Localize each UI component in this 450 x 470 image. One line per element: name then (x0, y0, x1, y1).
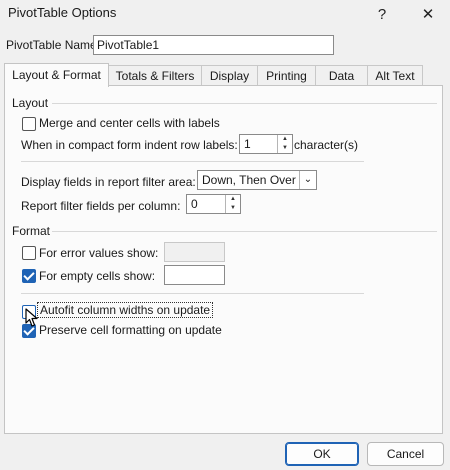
close-button[interactable]: ✕ (408, 0, 448, 28)
layout-inner-separator (21, 161, 364, 162)
report-filter-value: 0 (191, 197, 198, 211)
tab-totals-filters[interactable]: Totals & Filters (108, 65, 202, 86)
format-inner-separator (21, 293, 364, 294)
close-icon: ✕ (421, 6, 435, 23)
layout-format-panel: Layout Merge and center cells with label… (4, 85, 443, 434)
display-fields-value: Down, Then Over (202, 173, 296, 187)
indent-spinner[interactable]: 1 ▲ ▼ (239, 134, 293, 154)
empty-cells-checkbox[interactable] (22, 269, 36, 283)
preserve-formatting-label: Preserve cell formatting on update (39, 323, 222, 337)
ok-button[interactable]: OK (285, 442, 359, 466)
layout-section-title: Layout (12, 96, 49, 110)
indent-label: When in compact form indent row labels: (21, 138, 238, 152)
display-fields-label: Display fields in report filter area: (21, 175, 196, 189)
tab-display[interactable]: Display (201, 65, 258, 86)
tab-printing[interactable]: Printing (257, 65, 316, 86)
help-icon: ? (377, 5, 387, 23)
pivot-name-input[interactable]: PivotTable1 (93, 35, 334, 55)
mouse-cursor-icon (25, 308, 38, 327)
report-filter-label: Report filter fields per column: (21, 199, 181, 213)
format-section-title: Format (12, 224, 51, 238)
report-filter-spinner[interactable]: 0 ▲ ▼ (186, 194, 241, 214)
report-filter-spinner-arrows[interactable]: ▲ ▼ (225, 195, 240, 213)
error-values-checkbox[interactable] (22, 246, 36, 260)
layout-separator (52, 103, 437, 104)
tab-data[interactable]: Data (315, 65, 368, 86)
indent-suffix: character(s) (294, 138, 359, 152)
merge-center-checkbox[interactable] (22, 117, 36, 131)
empty-cells-label: For empty cells show: (39, 269, 156, 283)
spin-down-icon[interactable]: ▼ (226, 204, 240, 213)
indent-value: 1 (244, 137, 251, 151)
autofit-label: Autofit column widths on update (36, 302, 214, 318)
empty-cells-input[interactable] (164, 265, 225, 285)
cancel-button[interactable]: Cancel (367, 442, 444, 466)
help-button[interactable]: ? (362, 0, 402, 28)
chevron-down-icon[interactable]: ⌄ (299, 171, 316, 189)
error-values-input[interactable] (164, 242, 225, 262)
merge-center-label: Merge and center cells with labels (39, 116, 220, 130)
format-separator (52, 231, 437, 232)
tab-layout-format[interactable]: Layout & Format (4, 63, 109, 87)
error-values-label: For error values show: (39, 246, 159, 260)
spin-down-icon[interactable]: ▼ (278, 144, 292, 153)
spin-up-icon[interactable]: ▲ (226, 195, 240, 204)
indent-spinner-arrows[interactable]: ▲ ▼ (277, 135, 292, 153)
display-fields-dropdown[interactable]: Down, Then Over ⌄ (197, 170, 317, 190)
window-title: PivotTable Options (8, 5, 117, 20)
spin-up-icon[interactable]: ▲ (278, 135, 292, 144)
pivot-name-label: PivotTable Name: (6, 38, 101, 52)
tab-alt-text[interactable]: Alt Text (367, 65, 423, 86)
